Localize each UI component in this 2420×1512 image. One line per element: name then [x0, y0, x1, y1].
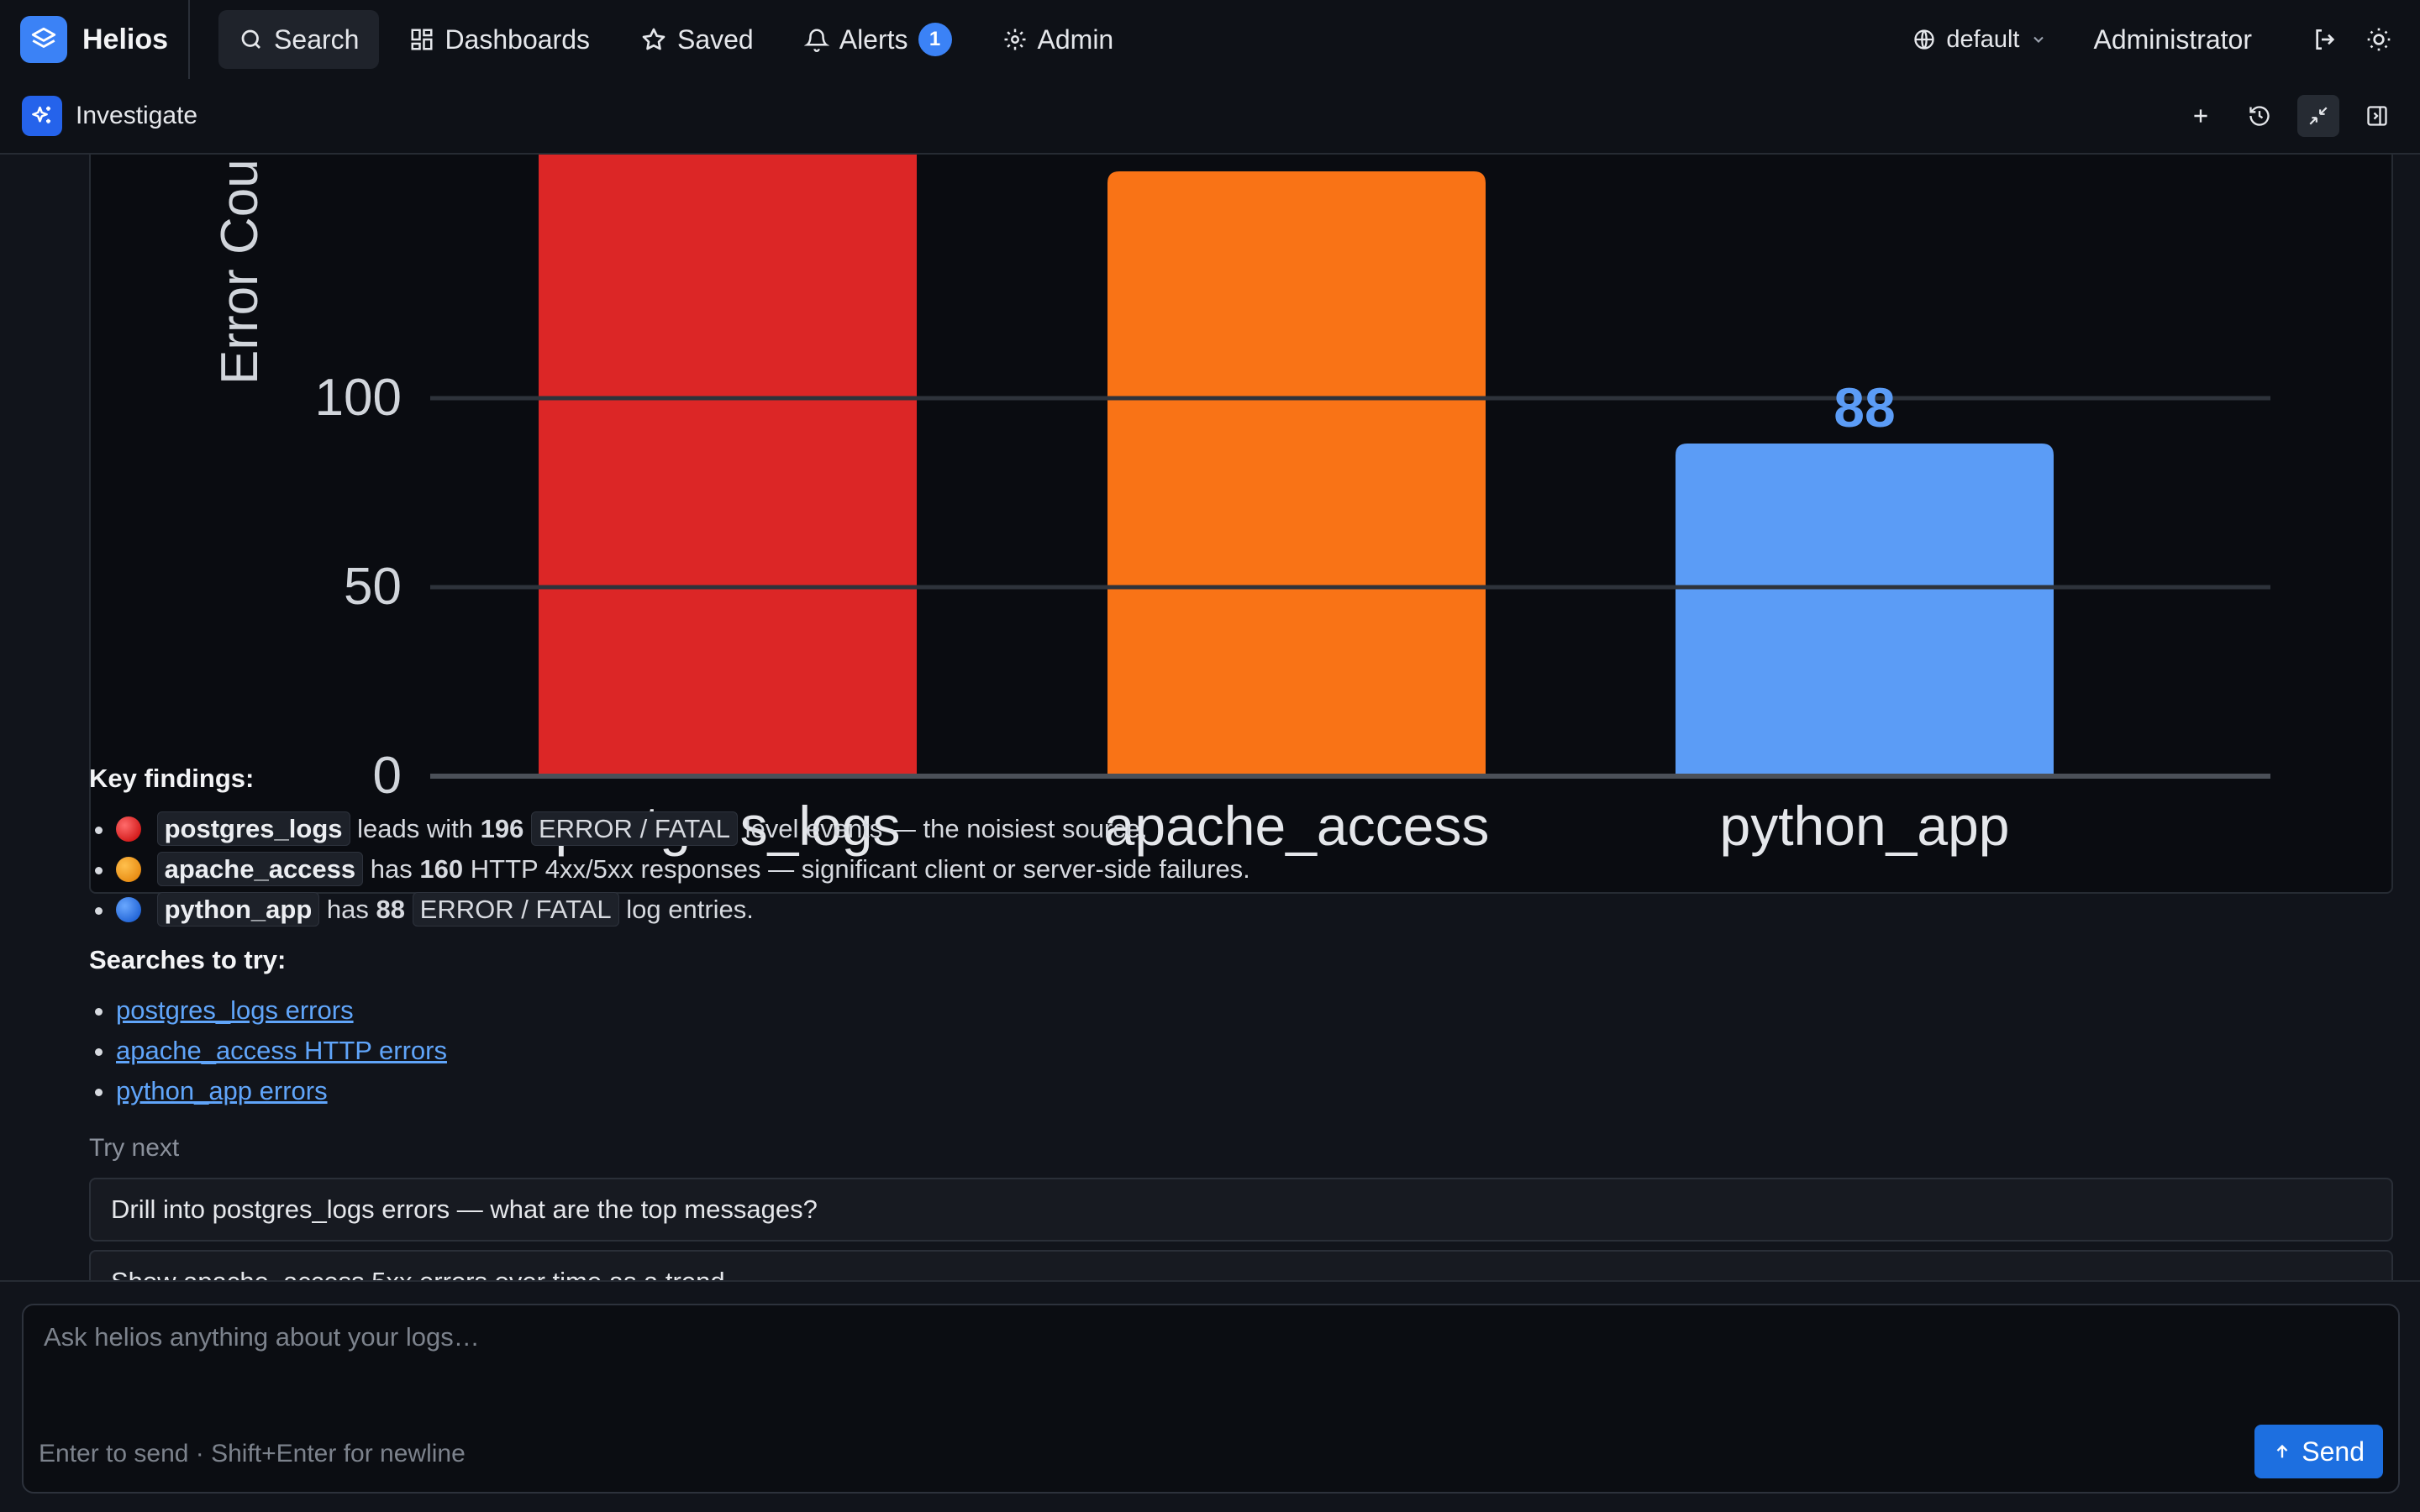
sun-icon: [2367, 28, 2391, 51]
search-icon: [241, 29, 261, 49]
minimize-button[interactable]: [2297, 95, 2339, 137]
nav-alerts[interactable]: Alerts 1: [784, 10, 972, 69]
finding-text: has: [370, 854, 413, 884]
suggestion-button[interactable]: Drill into postgres_logs errors — what a…: [89, 1178, 2393, 1242]
level-tag: FATAL: [654, 814, 730, 843]
globe-icon: [1914, 29, 1935, 50]
findings-section: Key findings: postgres_logs leads with 1…: [89, 764, 2358, 1111]
data-label: 88: [1833, 376, 1895, 438]
star-icon: [642, 28, 666, 50]
main-nav: Search Dashboards Saved Alerts 1 Admin: [218, 10, 1134, 69]
sparkles-icon: [22, 96, 62, 136]
gear-icon: [1004, 29, 1026, 50]
investigate-header: Investigate: [0, 79, 2420, 155]
app-name: Helios: [82, 23, 169, 55]
namespace-select[interactable]: default: [1912, 26, 2046, 54]
nav-saved-label: Saved: [676, 24, 754, 55]
list-item: python_app errors: [116, 1071, 2358, 1111]
source-chip: python_app: [156, 892, 320, 927]
conversation-area[interactable]: 050100postgres_logsapache_accesspython_a…: [0, 155, 2420, 1280]
dashboard-icon: [411, 29, 433, 50]
level-tag: ERROR: [538, 814, 633, 843]
search-link[interactable]: postgres_logs errors: [116, 995, 354, 1025]
history-button[interactable]: [2238, 95, 2281, 137]
finding-text: has: [326, 895, 369, 924]
list-item: postgres_logs errors: [116, 990, 2358, 1031]
alerts-count-badge: 1: [918, 23, 952, 56]
nav-admin-label: Admin: [1037, 24, 1114, 55]
sidepanel-icon: [2367, 106, 2387, 126]
arrow-up-icon: [2276, 1444, 2288, 1458]
chart-ylabel: Error Cou: [211, 159, 269, 385]
y-tick-label: 50: [344, 558, 402, 616]
try-next-label: Try next: [89, 1134, 180, 1162]
send-label: Send: [2302, 1436, 2365, 1467]
finding-text: level events — the noisiest source.: [744, 814, 1148, 843]
namespace-value: default: [1946, 25, 2020, 53]
finding-item: apache_access has 160 HTTP 4xx/5xx respo…: [116, 849, 2358, 890]
source-chip: apache_access: [156, 852, 364, 886]
nav-search-label: Search: [274, 24, 360, 55]
top-navbar: Helios Search Dashboards Saved Alerts 1 …: [0, 0, 2420, 79]
blue-circle-icon: [116, 897, 141, 922]
red-circle-icon: [116, 816, 141, 842]
key-findings-heading: Key findings:: [89, 764, 255, 793]
finding-item: python_app has 88 ERROR / FATAL log entr…: [116, 890, 2358, 930]
user-name[interactable]: Administrator: [2094, 24, 2253, 55]
bar-postgres_logs: [539, 155, 917, 776]
bar-apache_access: [1107, 171, 1486, 776]
y-tick-label: 100: [315, 369, 402, 427]
minimize-icon: [2309, 107, 2328, 125]
source-chip: postgres_logs: [156, 811, 350, 846]
nav-dashboards-label: Dashboards: [445, 24, 590, 55]
finding-text: leads with: [357, 814, 473, 843]
layers-icon: [20, 16, 67, 63]
level-tag: ERROR: [419, 895, 514, 924]
nav-search[interactable]: Search: [218, 10, 380, 69]
finding-count: 160: [419, 854, 464, 884]
level-chip: ERROR / FATAL: [412, 892, 619, 927]
level-sep: /: [521, 895, 529, 924]
history-icon: [2249, 106, 2270, 126]
logout-icon: [2316, 29, 2335, 50]
chat-input[interactable]: [44, 1322, 2312, 1389]
level-tag: FATAL: [535, 895, 612, 924]
finding-count: 196: [480, 814, 524, 843]
logout-button[interactable]: [2304, 18, 2346, 60]
composer: Enter to send · Shift+Enter for newline …: [22, 1304, 2400, 1494]
level-sep: /: [639, 814, 648, 843]
app-logo[interactable]: Helios: [20, 0, 191, 79]
new-chat-button[interactable]: [2180, 95, 2222, 137]
finding-text: log entries.: [626, 895, 754, 924]
search-link[interactable]: apache_access HTTP errors: [116, 1036, 447, 1065]
suggestion-button[interactable]: Show apache_access 5xx errors over time …: [89, 1250, 2393, 1280]
panel-title: Investigate: [76, 102, 198, 129]
bell-icon: [803, 29, 829, 52]
searches-heading: Searches to try:: [89, 945, 287, 974]
orange-circle-icon: [116, 857, 141, 882]
bar-python_app: [1676, 444, 2054, 776]
nav-dashboards[interactable]: Dashboards: [389, 10, 610, 69]
nav-saved[interactable]: Saved: [620, 10, 774, 69]
nav-admin[interactable]: Admin: [982, 10, 1134, 69]
findings-list: postgres_logs leads with 196 ERROR / FAT…: [116, 809, 2358, 930]
send-button[interactable]: Send: [2254, 1425, 2383, 1478]
chevron-down-icon: [2033, 36, 2044, 43]
plus-icon: [2194, 109, 2207, 123]
finding-count: 88: [376, 895, 406, 924]
composer-area: Enter to send · Shift+Enter for newline …: [0, 1280, 2420, 1512]
level-chip: ERROR / FATAL: [530, 811, 738, 846]
finding-text: HTTP 4xx/5xx responses — significant cli…: [470, 854, 1250, 884]
nav-alerts-label: Alerts: [839, 24, 908, 55]
composer-hint: Enter to send · Shift+Enter for newline: [39, 1440, 466, 1467]
toggle-sidepanel-button[interactable]: [2356, 95, 2398, 137]
searches-list: postgres_logs errors apache_access HTTP …: [116, 990, 2358, 1111]
theme-toggle-button[interactable]: [2358, 18, 2400, 60]
list-item: apache_access HTTP errors: [116, 1031, 2358, 1071]
finding-item: postgres_logs leads with 196 ERROR / FAT…: [116, 809, 2358, 849]
search-link[interactable]: python_app errors: [116, 1076, 328, 1105]
top-right-controls: default Administrator: [1912, 18, 2400, 60]
panel-actions: [2180, 95, 2398, 137]
